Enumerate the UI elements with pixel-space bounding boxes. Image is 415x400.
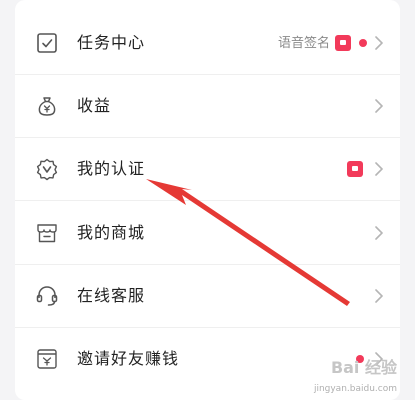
- chevron-right-icon: [375, 226, 383, 240]
- watermark-url: jingyan.baidu.com: [313, 384, 397, 394]
- invite-envelope-icon: [37, 349, 57, 369]
- chevron-right-icon: [375, 289, 383, 303]
- menu-item-label: 我的认证: [77, 159, 146, 178]
- menu-item-label: 收益: [77, 96, 112, 115]
- menu-item-my-mall[interactable]: 我的商城: [15, 202, 400, 265]
- menu-card: 任务中心 语音签名 收益 我的认证 我的商城 在线客服 邀请好友赚钱: [15, 0, 400, 400]
- chevron-right-icon: [375, 99, 383, 113]
- menu-item-task-center[interactable]: 任务中心 语音签名: [15, 12, 400, 75]
- verified-badge-icon: [36, 158, 58, 181]
- menu-item-my-certification[interactable]: 我的认证: [15, 138, 400, 201]
- menu-item-label: 我的商城: [77, 223, 146, 242]
- menu-item-label: 邀请好友赚钱: [77, 349, 180, 368]
- headset-icon: [36, 286, 58, 306]
- task-subtext: 语音签名: [277, 36, 330, 51]
- red-envelope-icon: [335, 35, 351, 51]
- chevron-right-icon: [375, 162, 383, 176]
- menu-item-earnings[interactable]: 收益: [15, 75, 400, 138]
- task-checkbox-icon: [37, 33, 57, 53]
- chevron-right-icon: [375, 36, 383, 50]
- menu-item-label: 任务中心: [77, 33, 146, 52]
- watermark-logo-text: Bai 经验: [330, 358, 397, 377]
- money-bag-icon: [38, 97, 56, 116]
- red-envelope-icon: [347, 161, 363, 177]
- store-icon: [37, 224, 57, 243]
- menu-item-online-service[interactable]: 在线客服: [15, 265, 400, 328]
- notification-dot: [359, 39, 367, 47]
- menu-item-label: 在线客服: [77, 286, 146, 305]
- baidu-jingyan-watermark: Bai 经验 jingyan.baidu.com: [305, 352, 397, 396]
